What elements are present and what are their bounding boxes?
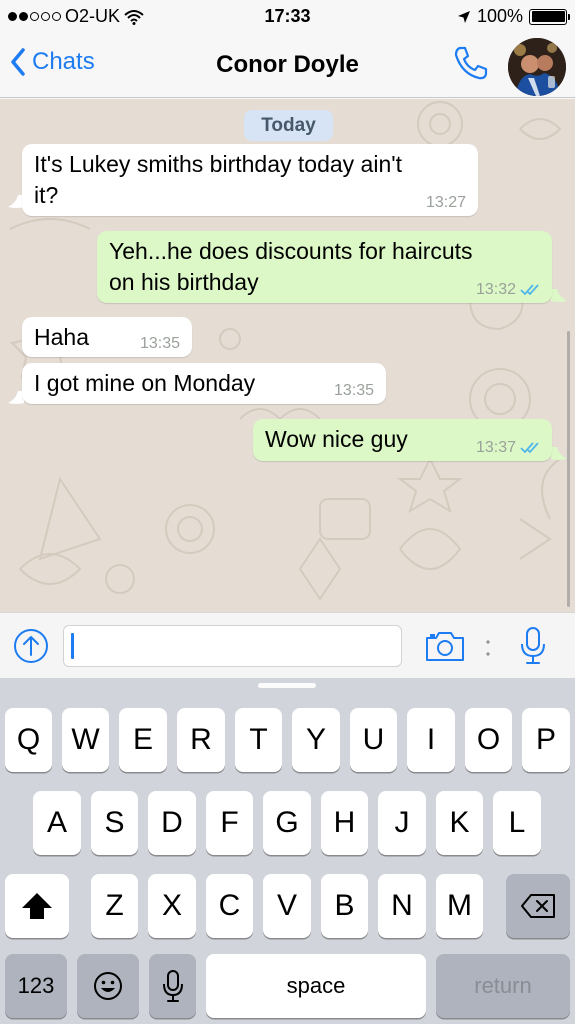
attach-arrow-icon xyxy=(14,629,48,663)
key-p[interactable]: P xyxy=(522,708,570,772)
message-time: 13:37 xyxy=(475,439,516,456)
message-time: 13:35 xyxy=(333,382,374,399)
key-t[interactable]: T xyxy=(235,708,282,772)
message-text-field[interactable] xyxy=(63,625,402,667)
key-d[interactable]: D xyxy=(148,791,196,855)
key-q[interactable]: Q xyxy=(5,708,52,772)
key-a[interactable]: A xyxy=(33,791,81,855)
location-arrow-icon xyxy=(457,10,470,23)
call-button[interactable] xyxy=(452,44,490,82)
camera-icon xyxy=(426,632,464,661)
text-cursor xyxy=(71,633,74,659)
return-key[interactable]: return xyxy=(436,954,570,1018)
read-ticks-icon xyxy=(520,284,539,296)
bubble-tail xyxy=(551,447,567,460)
message-text-line: it? xyxy=(34,182,59,208)
message-bubble-outgoing[interactable]: Yeh...he does discounts for haircuts on … xyxy=(97,231,552,303)
bubble-tail xyxy=(551,289,567,302)
key-n[interactable]: N xyxy=(378,874,426,938)
key-f[interactable]: F xyxy=(206,791,253,855)
key-r[interactable]: R xyxy=(177,708,225,772)
key-x[interactable]: X xyxy=(148,874,196,938)
key-c[interactable]: C xyxy=(206,874,253,938)
emoji-icon xyxy=(94,972,122,1000)
message-time: 13:27 xyxy=(425,194,466,211)
key-u[interactable]: U xyxy=(350,708,397,772)
key-m[interactable]: M xyxy=(436,874,483,938)
key-k[interactable]: K xyxy=(436,791,483,855)
date-separator: Today xyxy=(244,110,333,141)
key-o[interactable]: O xyxy=(465,708,512,772)
keyboard-grabber[interactable] xyxy=(258,683,316,688)
camera-button[interactable] xyxy=(424,628,466,664)
key-y[interactable]: Y xyxy=(292,708,340,772)
key-g[interactable]: G xyxy=(263,791,311,855)
numbers-key[interactable]: 123 xyxy=(5,954,67,1018)
microphone-icon xyxy=(521,627,545,664)
contact-avatar[interactable] xyxy=(508,38,566,96)
key-j[interactable]: J xyxy=(378,791,426,855)
message-time-status: 13:37 xyxy=(476,440,542,456)
message-time: 13:32 xyxy=(475,281,516,298)
delete-key[interactable] xyxy=(506,874,570,938)
keyboard: Q W E R T Y U I O P A S D F G H J K L Z … xyxy=(0,678,575,1024)
delete-icon xyxy=(521,894,555,918)
dictation-icon xyxy=(162,970,183,1002)
message-time: 13:35 xyxy=(139,335,180,352)
key-w[interactable]: W xyxy=(62,708,109,772)
key-z[interactable]: Z xyxy=(91,874,138,938)
shift-key[interactable] xyxy=(5,874,69,938)
status-bar: O2-UK 17:33 100% xyxy=(0,0,575,34)
key-s[interactable]: S xyxy=(91,791,138,855)
key-b[interactable]: B xyxy=(321,874,368,938)
voice-message-button[interactable] xyxy=(518,626,548,666)
attach-button[interactable] xyxy=(13,628,49,664)
key-e[interactable]: E xyxy=(119,708,167,772)
message-input-bar xyxy=(0,612,575,678)
battery-percent: 100% xyxy=(476,6,523,26)
message-text-line: Yeh...he does discounts for haircuts xyxy=(109,238,473,264)
key-i[interactable]: I xyxy=(407,708,455,772)
chat-scrollbar[interactable] xyxy=(567,331,570,607)
message-text-line: It's Lukey smiths birthday today ain't xyxy=(34,151,403,177)
key-h[interactable]: H xyxy=(321,791,368,855)
key-l[interactable]: L xyxy=(493,791,541,855)
battery-icon xyxy=(529,8,570,25)
dictation-key[interactable] xyxy=(149,954,196,1018)
read-ticks-icon xyxy=(520,442,539,454)
avatar-photo xyxy=(508,38,566,96)
key-v[interactable]: V xyxy=(263,874,311,938)
message-bubble-incoming[interactable]: It's Lukey smiths birthday today ain't i… xyxy=(22,144,478,216)
space-key[interactable]: space xyxy=(206,954,426,1018)
chat-area[interactable]: Today It's Lukey smiths birthday today a… xyxy=(0,99,575,612)
status-right: 100% xyxy=(457,6,570,27)
shift-icon xyxy=(22,893,52,919)
message-time-status: 13:32 xyxy=(476,282,542,298)
message-bubble-incoming[interactable]: I got mine on Monday 13:35 xyxy=(22,363,386,404)
message-text: I got mine on Monday xyxy=(34,370,256,396)
separator-dots-icon xyxy=(486,640,490,656)
phone-icon xyxy=(454,46,488,80)
message-bubble-incoming[interactable]: Haha 13:35 xyxy=(22,317,192,357)
emoji-key[interactable] xyxy=(77,954,139,1018)
navigation-bar: Chats Conor Doyle xyxy=(0,34,575,98)
message-bubble-outgoing[interactable]: Wow nice guy 13:37 xyxy=(253,419,552,461)
